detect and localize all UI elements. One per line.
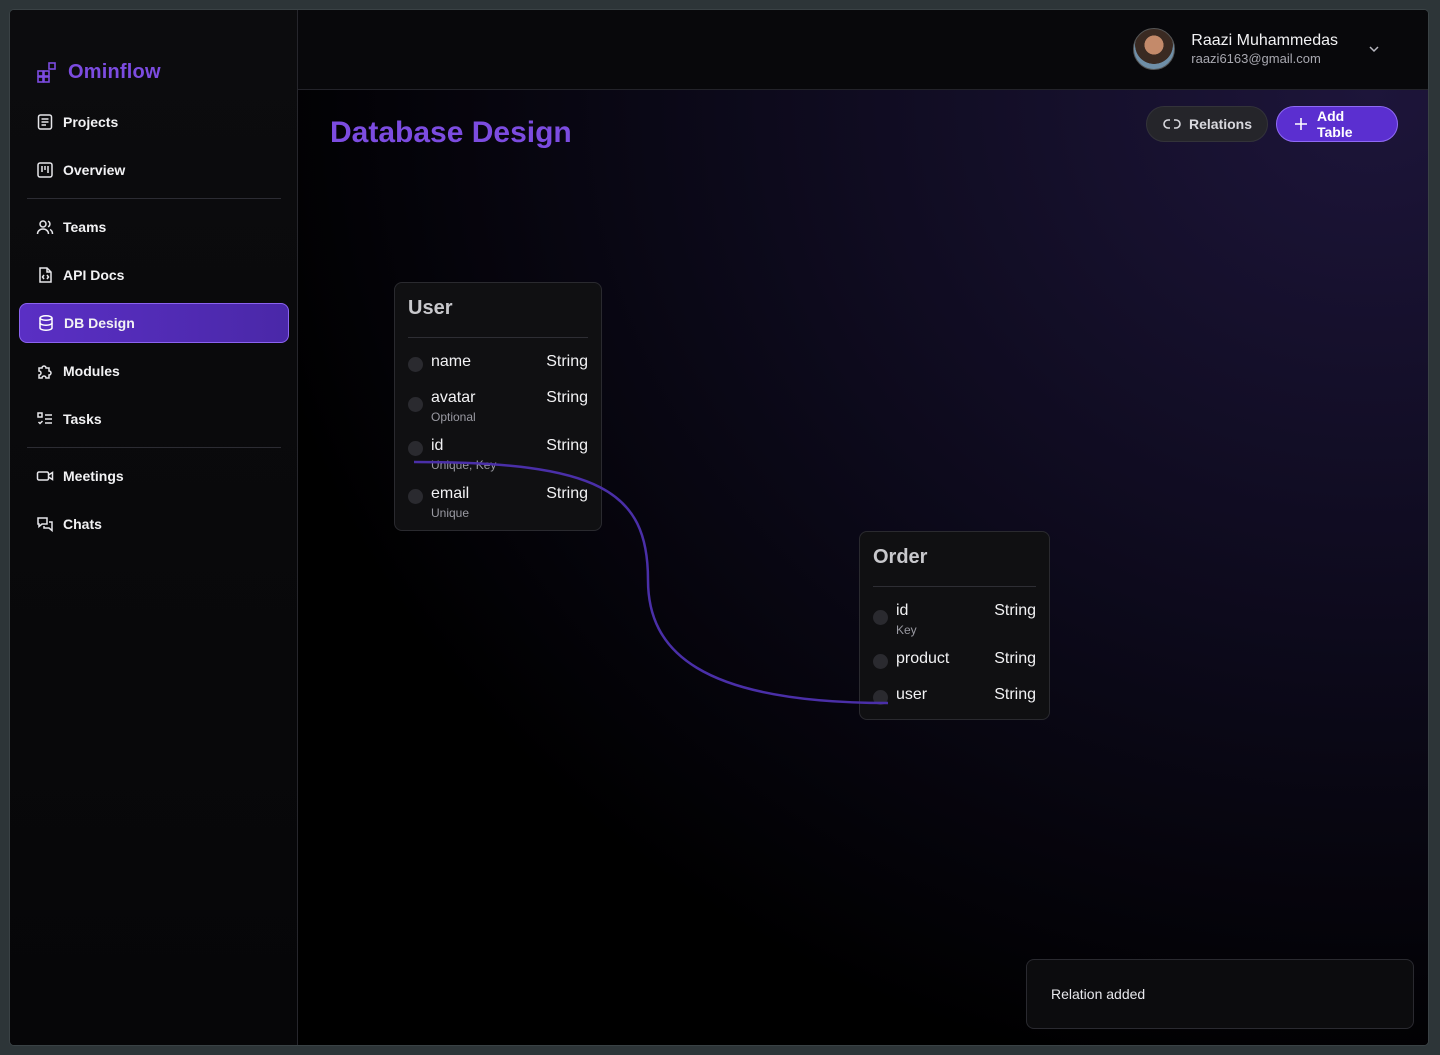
sidebar-item-label: API Docs [63, 267, 125, 283]
user-menu[interactable]: Raazi Muhammedas raazi6163@gmail.com [1133, 28, 1382, 70]
table-field[interactable]: email Unique String [408, 479, 588, 520]
field-connector[interactable] [408, 441, 423, 456]
chat-bubbles-icon [36, 515, 54, 533]
table-field[interactable]: user String [873, 680, 1036, 720]
sidebar-divider [27, 447, 281, 448]
plus-icon [1293, 116, 1309, 132]
field-meta: Optional [431, 410, 476, 424]
sidebar: Ominflow Projects Overview Teams API Doc… [10, 10, 298, 1045]
field-name: email [431, 485, 470, 502]
field-type: String [546, 437, 588, 454]
table-title: User [408, 297, 453, 319]
table-card-user[interactable]: User name String avatar Optional String … [394, 282, 602, 531]
checklist-icon [36, 410, 54, 428]
user-name: Raazi Muhammedas [1191, 32, 1338, 49]
field-connector[interactable] [873, 654, 888, 669]
database-icon [37, 314, 55, 332]
sidebar-item-label: Modules [63, 363, 120, 379]
puzzle-icon [36, 362, 54, 380]
sidebar-item-label: DB Design [64, 315, 135, 331]
video-icon [36, 467, 54, 485]
table-field[interactable]: avatar Optional String [408, 383, 588, 424]
add-table-label: Add Table [1317, 108, 1353, 140]
add-table-button[interactable]: Add Table [1276, 106, 1398, 142]
field-connector[interactable] [873, 690, 888, 705]
kanban-icon [36, 161, 54, 179]
field-meta: Unique, Key [431, 458, 497, 472]
user-info: Raazi Muhammedas raazi6163@gmail.com [1191, 32, 1338, 66]
field-meta: Key [896, 623, 917, 637]
avatar[interactable] [1133, 28, 1176, 70]
sidebar-item-overview[interactable]: Overview [19, 150, 289, 190]
sidebar-item-label: Meetings [63, 468, 124, 484]
sidebar-item-label: Projects [63, 114, 119, 130]
field-name: name [431, 353, 472, 370]
field-type: String [994, 602, 1036, 619]
sidebar-item-projects[interactable]: Projects [19, 102, 289, 142]
brand[interactable]: Ominflow [36, 60, 161, 84]
table-field[interactable]: id Unique, Key String [408, 431, 588, 472]
page-title: Database Design [330, 116, 572, 149]
link-icon [1163, 115, 1181, 133]
db-canvas[interactable]: Database Design Relations Add Table User… [298, 90, 1428, 1045]
sidebar-item-meetings[interactable]: Meetings [19, 456, 289, 496]
sidebar-item-db-design[interactable]: DB Design [19, 303, 289, 343]
relations-label: Relations [1189, 116, 1253, 132]
field-connector[interactable] [408, 489, 423, 504]
field-meta: Unique [431, 506, 470, 520]
field-type: String [994, 650, 1036, 667]
field-name: user [896, 686, 928, 703]
field-name: id [431, 437, 444, 454]
toast-notification: Relation added [1026, 959, 1414, 1029]
table-field[interactable]: name String [408, 347, 588, 387]
brand-name: Ominflow [68, 60, 161, 83]
table-title: Order [873, 546, 928, 568]
user-email: raazi6163@gmail.com [1191, 51, 1321, 66]
sidebar-divider [27, 198, 281, 199]
document-icon [36, 113, 54, 131]
sidebar-item-tasks[interactable]: Tasks [19, 399, 289, 439]
field-type: String [546, 353, 588, 370]
code-file-icon [36, 266, 54, 284]
sidebar-item-api-docs[interactable]: API Docs [19, 255, 289, 295]
sidebar-item-modules[interactable]: Modules [19, 351, 289, 391]
table-divider [873, 586, 1036, 587]
field-type: String [546, 389, 588, 406]
relations-button[interactable]: Relations [1146, 106, 1268, 142]
sidebar-item-teams[interactable]: Teams [19, 207, 289, 247]
sidebar-item-label: Overview [63, 162, 126, 178]
sidebar-item-label: Tasks [63, 411, 102, 427]
grid-plus-icon [36, 61, 58, 83]
users-icon [36, 218, 54, 236]
field-type: String [546, 485, 588, 502]
table-field[interactable]: id Key String [873, 596, 1036, 637]
field-connector[interactable] [408, 357, 423, 372]
chevron-down-icon[interactable] [1366, 41, 1382, 57]
table-divider [408, 337, 588, 338]
toast-message: Relation added [1051, 986, 1146, 1002]
table-card-order[interactable]: Order id Key String product String user … [859, 531, 1050, 720]
top-bar: Raazi Muhammedas raazi6163@gmail.com [298, 10, 1428, 90]
sidebar-item-chats[interactable]: Chats [19, 504, 289, 544]
field-type: String [994, 686, 1036, 703]
field-connector[interactable] [873, 610, 888, 625]
sidebar-item-label: Teams [63, 219, 107, 235]
field-name: id [896, 602, 909, 619]
sidebar-item-label: Chats [63, 516, 102, 532]
field-name: product [896, 650, 950, 667]
field-connector[interactable] [408, 397, 423, 412]
app-window: Ominflow Projects Overview Teams API Doc… [10, 10, 1428, 1045]
field-name: avatar [431, 389, 476, 406]
table-field[interactable]: product String [873, 644, 1036, 684]
